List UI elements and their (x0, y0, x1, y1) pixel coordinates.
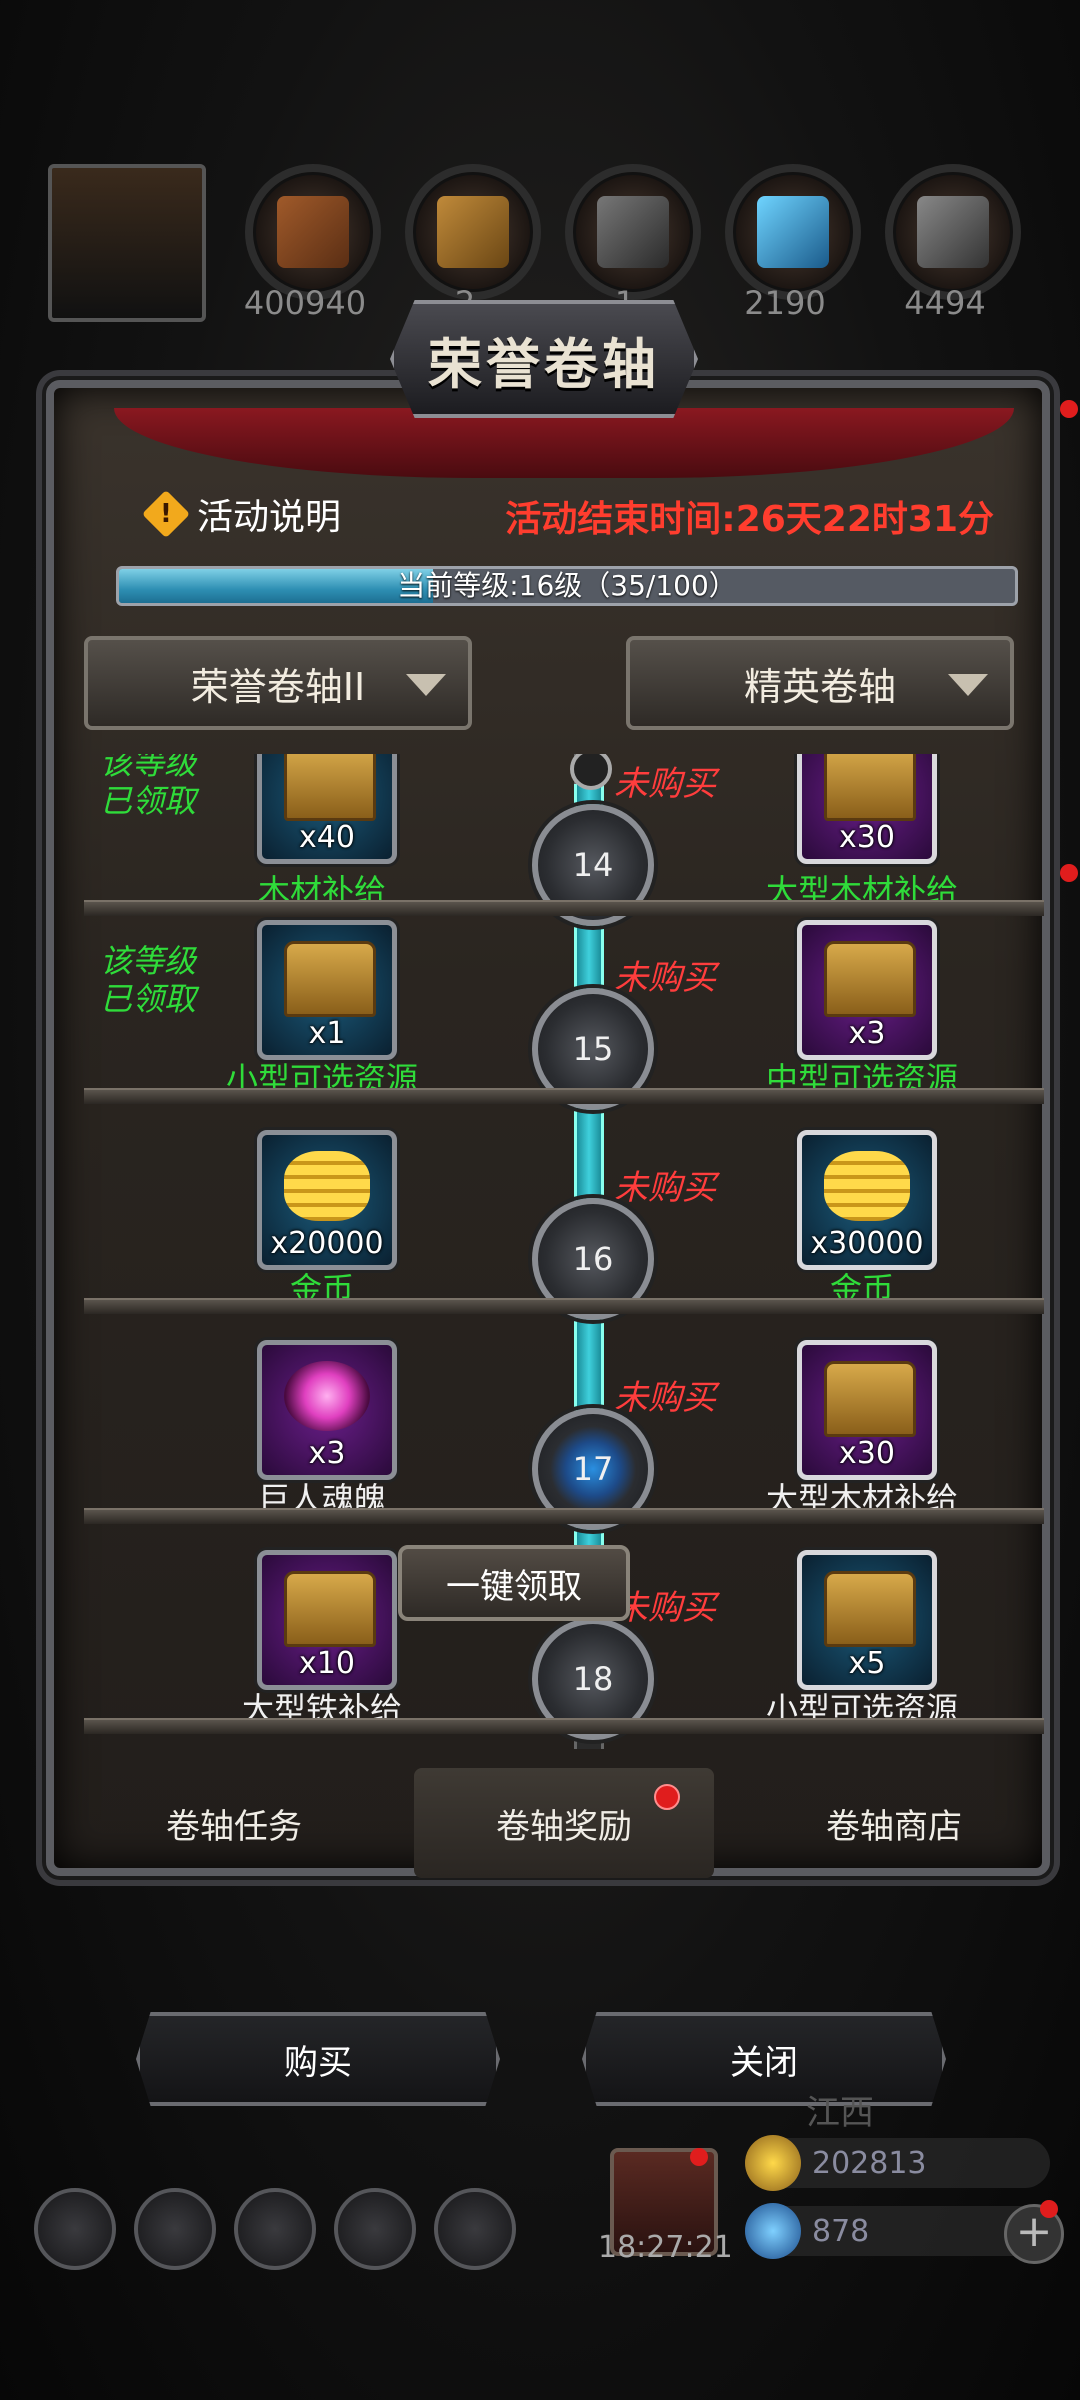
close-button[interactable]: 关闭 (582, 2012, 946, 2106)
row-divider (84, 1088, 1044, 1104)
buy-button[interactable]: 购买 (136, 2012, 500, 2106)
steel-value: 4494 (904, 284, 986, 322)
elite-reward-item[interactable]: x30 (797, 1340, 937, 1480)
not-purchased-label: 未购买 (614, 1168, 716, 1208)
map-icon[interactable] (234, 2188, 316, 2270)
tab-scroll-tasks[interactable]: 卷轴任务 (84, 1768, 384, 1878)
wood-value: 400940 (243, 284, 367, 322)
chest-icon (824, 754, 916, 821)
elite-reward-item[interactable]: x30000 (797, 1130, 937, 1270)
item-quantity: x3 (848, 1016, 886, 1051)
notification-dot (1040, 2200, 1058, 2218)
gem-value: 878 (812, 2214, 870, 2249)
item-quantity: x5 (848, 1646, 886, 1681)
chest-icon (824, 941, 916, 1017)
gold-icon (745, 2135, 801, 2191)
reward-row-16: x20000 金币 未购买 x30000 金币 16 (84, 1104, 1044, 1320)
claimed-label: 该等级 已领取 (100, 942, 197, 1018)
achievement-icon[interactable] (134, 2188, 216, 2270)
plank-icon[interactable] (405, 164, 541, 300)
chest-icon (824, 1571, 916, 1647)
item-quantity: x30 (839, 1436, 895, 1471)
item-quantity: x20000 (270, 1226, 384, 1261)
tab-scroll-shop[interactable]: 卷轴商店 (744, 1768, 1044, 1878)
notification-dot (1060, 400, 1078, 418)
end-time-text: 活动结束时间:26天22时31分 (505, 499, 994, 540)
scroll-type-label: 荣誉卷轴II (190, 664, 366, 709)
free-reward-item[interactable]: x10 (257, 1550, 397, 1690)
chest-icon (284, 941, 376, 1017)
dialog-title-plate: 荣誉卷轴 (390, 300, 698, 418)
reward-row-14: 该等级 已领取 x40 木材补给 未购买 x30 大型木材补给 14 (84, 754, 1044, 926)
free-reward-item[interactable]: x20000 (257, 1130, 397, 1270)
gold-value: 202813 (812, 2146, 927, 2181)
soul-orb-icon (284, 1361, 370, 1431)
notification-dot (654, 1784, 680, 1810)
chat-icon[interactable] (434, 2188, 516, 2270)
item-quantity: x10 (299, 1646, 355, 1681)
scroll-type-dropdown[interactable]: 荣誉卷轴II (84, 636, 472, 730)
item-quantity: x3 (308, 1436, 346, 1471)
item-quantity: x30000 (810, 1226, 924, 1261)
elite-reward-item[interactable]: x30 (797, 754, 937, 864)
not-purchased-label: 未购买 (614, 958, 716, 998)
scroll-tabs: 卷轴任务 卷轴奖励 卷轴商店 (84, 1768, 1044, 1878)
tab-label: 卷轴奖励 (496, 1806, 632, 1847)
chest-icon (824, 1361, 916, 1437)
level-progress-bar: 当前等级:16级（35/100） (116, 566, 1018, 606)
honor-scroll-dialog: ! 活动说明 活动结束时间:26天22时31分 当前等级:16级（35/100）… (30, 300, 1050, 1890)
chevron-down-icon (948, 674, 988, 696)
elite-reward-item[interactable]: x3 (797, 920, 937, 1060)
gem-icon (745, 2203, 801, 2259)
claimed-label: 该等级 已领取 (100, 754, 197, 820)
not-purchased-label: 未购买 (614, 764, 716, 804)
steel-icon[interactable] (885, 164, 1021, 300)
gold-coin-icon (824, 1151, 910, 1221)
free-reward-item[interactable]: x40 (257, 754, 397, 864)
mail-icon[interactable] (334, 2188, 416, 2270)
activity-info-label: 活动说明 (197, 497, 342, 538)
not-purchased-label: 未购买 (614, 1378, 716, 1418)
crystal-icon[interactable] (725, 164, 861, 300)
crystal-value: 2190 (744, 284, 826, 322)
reward-row-15: 该等级 已领取 x1 小型可选资源 未购买 x3 中型可选资源 15 (84, 894, 1044, 1110)
notification-dot (690, 2148, 708, 2166)
activity-info-button[interactable]: ! 活动说明 (141, 488, 342, 540)
notification-dot (1060, 864, 1078, 882)
row-divider (84, 1298, 1044, 1314)
item-quantity: x40 (299, 820, 355, 855)
chest-icon (284, 754, 376, 821)
item-quantity: x30 (839, 820, 895, 855)
item-quantity: x1 (308, 1016, 346, 1051)
avatar-icon[interactable] (48, 164, 206, 322)
curtain-decoration (114, 408, 1014, 478)
tab-scroll-rewards[interactable]: 卷轴奖励 (414, 1768, 714, 1878)
reward-row-17: x3 巨人魂魄 未购买 x30 大型木材补给 17 (84, 1314, 1044, 1530)
row-divider (84, 1718, 1044, 1734)
warning-icon: ! (141, 489, 191, 539)
free-reward-item[interactable]: x3 (257, 1340, 397, 1480)
region-label: 江西 (806, 2093, 874, 2133)
elite-scroll-dropdown[interactable]: 精英卷轴 (626, 636, 1014, 730)
gold-coin-icon (284, 1151, 370, 1221)
level-text: 当前等级:16级（35/100） (397, 569, 737, 602)
chest-icon (284, 1571, 376, 1647)
clock-text: 18:27:21 (598, 2230, 733, 2265)
elite-reward-item[interactable]: x5 (797, 1550, 937, 1690)
chevron-down-icon (406, 674, 446, 696)
collect-all-button[interactable]: 一键领取 (398, 1545, 630, 1621)
settings-icon[interactable] (34, 2188, 116, 2270)
dialog-panel: ! 活动说明 活动结束时间:26天22时31分 当前等级:16级（35/100）… (46, 380, 1050, 1878)
dialog-title: 荣誉卷轴 (428, 332, 660, 396)
elite-scroll-label: 精英卷轴 (743, 664, 896, 709)
wood-icon[interactable] (245, 164, 381, 300)
free-reward-item[interactable]: x1 (257, 920, 397, 1060)
iron-icon[interactable] (565, 164, 701, 300)
row-divider (84, 1508, 1044, 1524)
